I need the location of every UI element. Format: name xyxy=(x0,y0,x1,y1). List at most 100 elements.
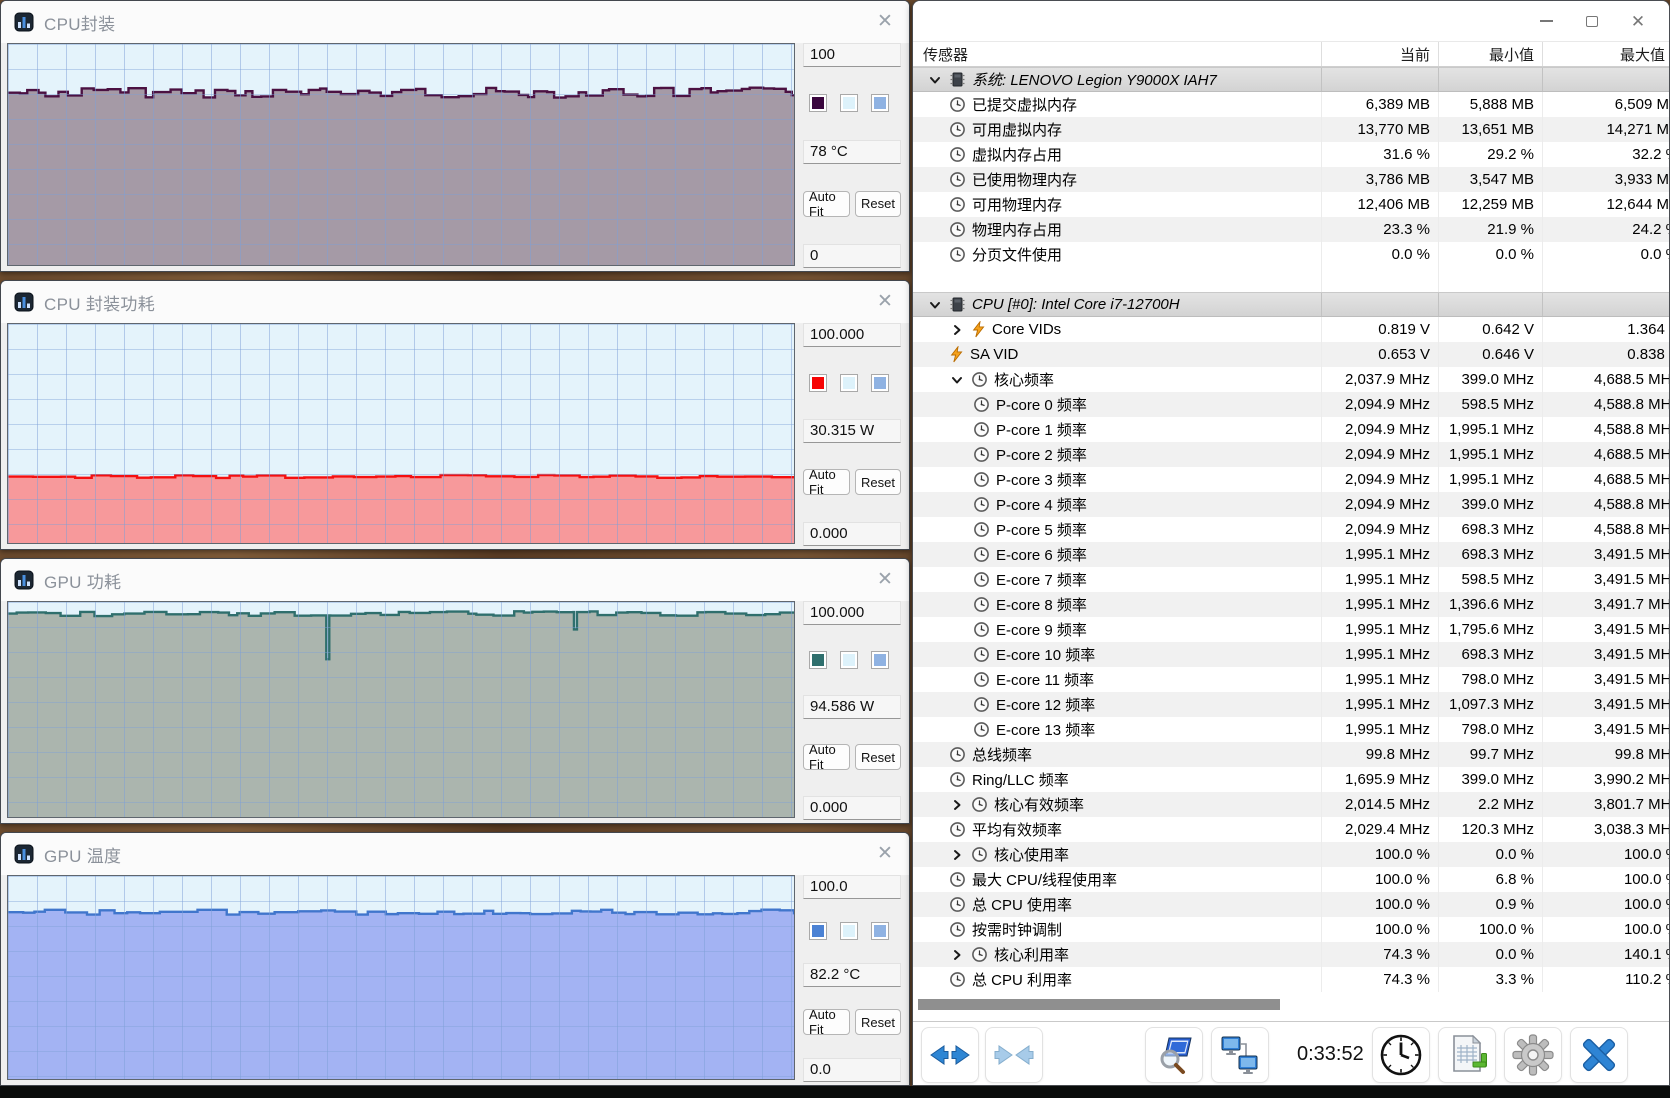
close-icon[interactable]: ✕ xyxy=(873,290,897,314)
background-color-swatch[interactable] xyxy=(840,94,858,112)
sensor-row[interactable]: 总 CPU 利用率74.3 %3.3 %110.2 % xyxy=(913,967,1670,992)
grid-color-swatch[interactable] xyxy=(871,651,889,669)
sensor-row[interactable]: 最大 CPU/线程使用率100.0 %6.8 %100.0 % xyxy=(913,867,1670,892)
close-icon[interactable]: ✕ xyxy=(873,842,897,866)
auto-fit-button[interactable]: Auto Fit xyxy=(803,469,850,495)
graph-titlebar[interactable]: CPU封装 xyxy=(1,1,909,43)
sensor-row[interactable]: Core VIDs0.819 V0.642 V1.364 V xyxy=(913,317,1670,342)
close-icon[interactable]: ✕ xyxy=(873,568,897,592)
background-color-swatch[interactable] xyxy=(840,922,858,940)
sensor-group-row[interactable]: 系统: LENOVO Legion Y9000X IAH7 xyxy=(913,67,1670,92)
graph-titlebar[interactable]: GPU 功耗 xyxy=(1,559,909,601)
horizontal-scrollbar[interactable] xyxy=(913,993,1670,1019)
sensor-row[interactable]: E-core 8 频率1,995.1 MHz1,396.6 MHz3,491.7… xyxy=(913,592,1670,617)
sensor-row[interactable]: 总线频率99.8 MHz99.7 MHz99.8 MHz xyxy=(913,742,1670,767)
chevron-right-icon[interactable] xyxy=(949,322,965,338)
auto-fit-button[interactable]: Auto Fit xyxy=(803,191,850,217)
column-header-current[interactable]: 当前 xyxy=(1321,42,1438,66)
current-value-field[interactable]: 94.586 W xyxy=(803,695,901,719)
close-button[interactable]: ✕ xyxy=(1615,1,1661,41)
sensor-row[interactable]: E-core 13 频率1,995.1 MHz798.0 MHz3,491.5 … xyxy=(913,717,1670,742)
scale-max-field[interactable]: 100.000 xyxy=(803,601,901,625)
grid-color-swatch[interactable] xyxy=(871,922,889,940)
sensor-row[interactable]: 物理内存占用23.3 %21.9 %24.2 % xyxy=(913,217,1670,242)
grid-color-swatch[interactable] xyxy=(871,374,889,392)
sensors-button[interactable] xyxy=(1211,1027,1269,1083)
sensor-row[interactable]: 可用物理内存12,406 MB12,259 MB12,644 MB xyxy=(913,192,1670,217)
sensor-row[interactable]: 按需时钟调制100.0 %100.0 %100.0 % xyxy=(913,917,1670,942)
chevron-right-icon[interactable] xyxy=(949,947,965,963)
sensor-row[interactable]: 可用虚拟内存13,770 MB13,651 MB14,271 MB xyxy=(913,117,1670,142)
scale-min-field[interactable]: 0.000 xyxy=(803,796,901,820)
sensor-row[interactable]: E-core 7 频率1,995.1 MHz598.5 MHz3,491.5 M… xyxy=(913,567,1670,592)
clock-button[interactable] xyxy=(1372,1027,1430,1083)
sensor-row[interactable]: SA VID0.653 V0.646 V0.838 V xyxy=(913,342,1670,367)
sensor-row[interactable]: 核心使用率100.0 %0.0 %100.0 % xyxy=(913,842,1670,867)
graph-window-3[interactable]: GPU 功耗✕ 100.000 94.586 W Auto FitReset 0.000 xyxy=(0,558,910,824)
auto-fit-button[interactable]: Auto Fit xyxy=(803,744,850,770)
sensor-row[interactable]: 虚拟内存占用31.6 %29.2 %32.2 % xyxy=(913,142,1670,167)
sensor-row[interactable]: 平均有效频率2,029.4 MHz120.3 MHz3,038.3 MHz xyxy=(913,817,1670,842)
sensor-row[interactable]: Ring/LLC 频率1,695.9 MHz399.0 MHz3,990.2 M… xyxy=(913,767,1670,792)
sensor-group-row[interactable]: CPU [#0]: Intel Core i7-12700H xyxy=(913,292,1670,317)
current-value-field[interactable]: 82.2 °C xyxy=(803,963,901,987)
chevron-down-icon[interactable] xyxy=(927,297,943,313)
reset-button[interactable]: Reset xyxy=(855,191,901,217)
chevron-right-icon[interactable] xyxy=(949,847,965,863)
chevron-right-icon[interactable] xyxy=(949,797,965,813)
sensor-row[interactable]: E-core 6 频率1,995.1 MHz698.3 MHz3,491.5 M… xyxy=(913,542,1670,567)
sensor-row[interactable]: P-core 5 频率2,094.9 MHz698.3 MHz4,588.8 M… xyxy=(913,517,1670,542)
scale-max-field[interactable]: 100.0 xyxy=(803,875,901,899)
background-color-swatch[interactable] xyxy=(840,651,858,669)
graph-window-4[interactable]: GPU 温度✕ 100.0 82.2 °C Auto FitReset 0.0 xyxy=(0,832,910,1086)
collapse-windows-button[interactable] xyxy=(985,1027,1043,1083)
sensor-row[interactable]: 已使用物理内存3,786 MB3,547 MB3,933 MB xyxy=(913,167,1670,192)
sensor-row[interactable]: P-core 1 频率2,094.9 MHz1,995.1 MHz4,588.8… xyxy=(913,417,1670,442)
series-color-swatch[interactable] xyxy=(809,94,827,112)
sensor-row[interactable]: P-core 4 频率2,094.9 MHz399.0 MHz4,588.8 M… xyxy=(913,492,1670,517)
sensor-row[interactable]: E-core 9 频率1,995.1 MHz1,795.6 MHz3,491.5… xyxy=(913,617,1670,642)
scale-min-field[interactable]: 0.0 xyxy=(803,1058,901,1082)
reset-button[interactable]: Reset xyxy=(855,1009,901,1035)
graph-titlebar[interactable]: CPU 封装功耗 xyxy=(1,281,909,323)
maximize-button[interactable] xyxy=(1569,1,1615,41)
series-color-swatch[interactable] xyxy=(809,922,827,940)
scrollbar-thumb[interactable] xyxy=(918,999,1280,1010)
background-color-swatch[interactable] xyxy=(840,374,858,392)
sensor-row[interactable]: P-core 2 频率2,094.9 MHz1,995.1 MHz4,688.5… xyxy=(913,442,1670,467)
sensor-row[interactable]: 核心利用率74.3 %0.0 %140.1 % xyxy=(913,942,1670,967)
graph-titlebar[interactable]: GPU 温度 xyxy=(1,833,909,875)
reset-button[interactable]: Reset xyxy=(855,744,901,770)
chevron-down-icon[interactable] xyxy=(949,372,965,388)
scale-max-field[interactable]: 100 xyxy=(803,43,901,67)
report-button[interactable] xyxy=(1438,1027,1496,1083)
auto-fit-button[interactable]: Auto Fit xyxy=(803,1009,850,1035)
settings-button[interactable] xyxy=(1504,1027,1562,1083)
graph-window-2[interactable]: CPU 封装功耗✕100.00030.315 WAuto FitReset0.0… xyxy=(0,280,910,550)
series-color-swatch[interactable] xyxy=(809,651,827,669)
system-summary-button[interactable] xyxy=(1145,1027,1203,1083)
scale-max-field[interactable]: 100.000 xyxy=(803,323,901,347)
scale-min-field[interactable]: 0.000 xyxy=(803,522,901,546)
sensor-row[interactable]: P-core 0 频率2,094.9 MHz598.5 MHz4,588.8 M… xyxy=(913,392,1670,417)
graph-window-1[interactable]: CPU封装✕10078 °CAuto FitReset0 xyxy=(0,0,910,272)
sensor-row[interactable]: E-core 11 频率1,995.1 MHz798.0 MHz3,491.5 … xyxy=(913,667,1670,692)
column-header-sensor[interactable]: 传感器 xyxy=(913,42,1321,66)
reset-button[interactable]: Reset xyxy=(855,469,901,495)
close-sensors-button[interactable] xyxy=(1570,1027,1628,1083)
sensor-row[interactable]: 总 CPU 使用率100.0 %0.9 %100.0 % xyxy=(913,892,1670,917)
scale-min-field[interactable]: 0 xyxy=(803,244,901,268)
sensor-row[interactable]: 核心频率2,037.9 MHz399.0 MHz4,688.5 MHz xyxy=(913,367,1670,392)
column-header-min[interactable]: 最小值 xyxy=(1438,42,1542,66)
expand-windows-button[interactable] xyxy=(921,1027,979,1083)
minimize-button[interactable] xyxy=(1523,1,1569,41)
sensor-row[interactable]: P-core 3 频率2,094.9 MHz1,995.1 MHz4,688.5… xyxy=(913,467,1670,492)
sensor-row[interactable]: 核心有效频率2,014.5 MHz2.2 MHz3,801.7 MHz xyxy=(913,792,1670,817)
column-header-max[interactable]: 最大值 xyxy=(1542,42,1670,66)
series-color-swatch[interactable] xyxy=(809,374,827,392)
sensor-row[interactable]: E-core 12 频率1,995.1 MHz1,097.3 MHz3,491.… xyxy=(913,692,1670,717)
grid-color-swatch[interactable] xyxy=(871,94,889,112)
current-value-field[interactable]: 78 °C xyxy=(803,140,901,164)
sensor-row[interactable]: 已提交虚拟内存6,389 MB5,888 MB6,509 MB xyxy=(913,92,1670,117)
sensor-row[interactable]: 分页文件使用0.0 %0.0 %0.0 % xyxy=(913,242,1670,267)
